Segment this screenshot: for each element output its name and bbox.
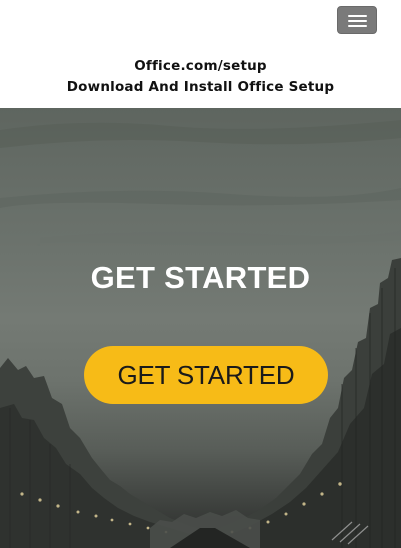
hamburger-menu-icon-bar xyxy=(348,25,367,27)
hamburger-menu-button[interactable] xyxy=(337,6,377,34)
site-title: Office.com/setup xyxy=(134,58,267,74)
hamburger-menu-icon xyxy=(348,15,367,17)
city-street-background-image xyxy=(0,120,401,548)
hero-section: GET STARTED GET STARTED xyxy=(0,108,401,548)
hamburger-menu-icon-bar xyxy=(348,20,367,22)
site-subtitle: Download And Install Office Setup xyxy=(66,79,335,95)
page: Office.com/setup Download And Install Of… xyxy=(0,0,401,548)
get-started-button[interactable]: GET STARTED xyxy=(84,346,328,404)
hero-heading: GET STARTED xyxy=(90,260,311,295)
site-header: Office.com/setup Download And Install Of… xyxy=(0,0,401,108)
